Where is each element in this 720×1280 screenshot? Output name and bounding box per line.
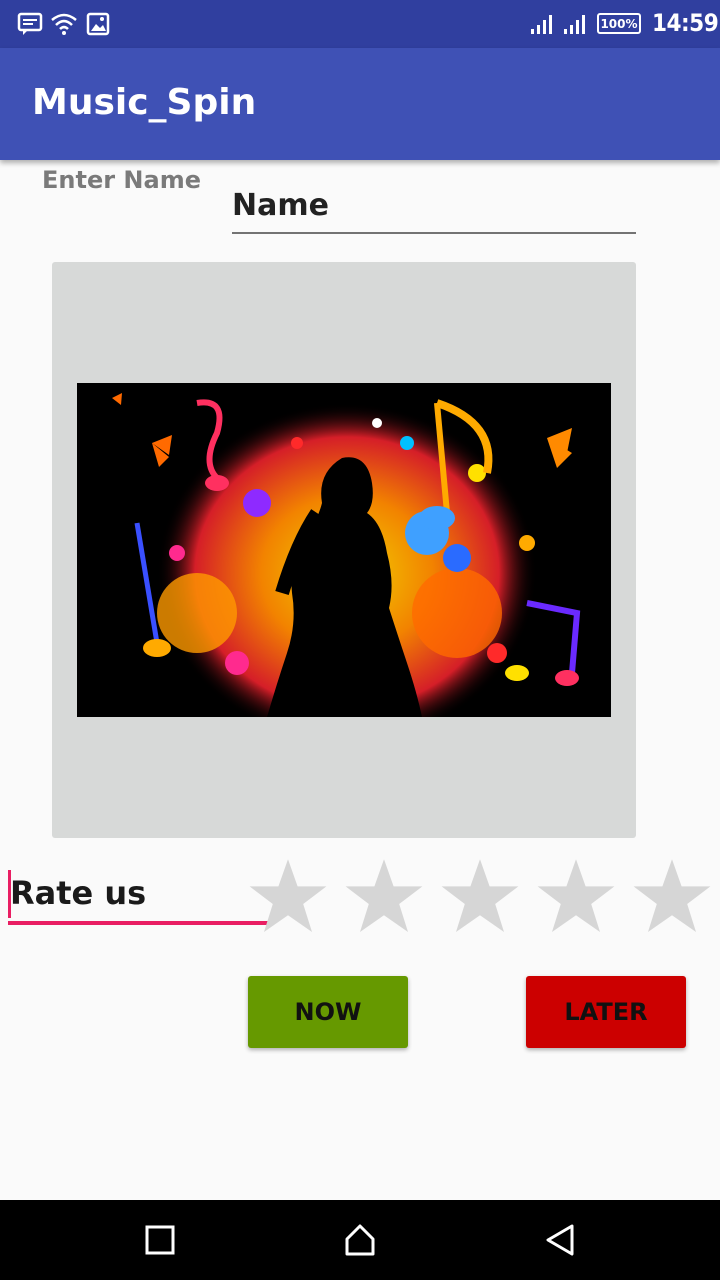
message-icon — [16, 10, 44, 38]
rating-star-5[interactable] — [632, 856, 712, 936]
app-title: Music_Spin — [32, 82, 257, 123]
status-time: 14:59 — [652, 9, 719, 37]
wifi-icon — [50, 10, 78, 38]
status-bar: 100% 14:59 — [0, 0, 720, 48]
home-icon[interactable] — [340, 1220, 380, 1260]
recents-icon[interactable] — [140, 1220, 180, 1260]
rate-underline — [8, 921, 270, 925]
later-button[interactable]: LATER — [526, 976, 686, 1048]
rate-us-label: Rate us — [10, 874, 147, 912]
name-input[interactable] — [232, 184, 636, 234]
battery-indicator: 100% — [597, 13, 641, 34]
back-icon[interactable] — [540, 1220, 580, 1260]
image-panel — [52, 262, 636, 838]
image-icon — [85, 10, 111, 38]
rating-star-4[interactable] — [536, 856, 616, 936]
rating-star-2[interactable] — [344, 856, 424, 936]
now-button[interactable]: NOW — [248, 976, 408, 1048]
signal-icon — [528, 10, 554, 38]
music-silhouette-image — [77, 383, 611, 717]
rating-star-3[interactable] — [440, 856, 520, 936]
rating-star-1[interactable] — [248, 856, 328, 936]
enter-name-label: Enter Name — [42, 166, 201, 194]
signal-icon — [561, 10, 587, 38]
navigation-bar — [0, 1200, 720, 1280]
app-bar: Music_Spin — [0, 48, 720, 160]
